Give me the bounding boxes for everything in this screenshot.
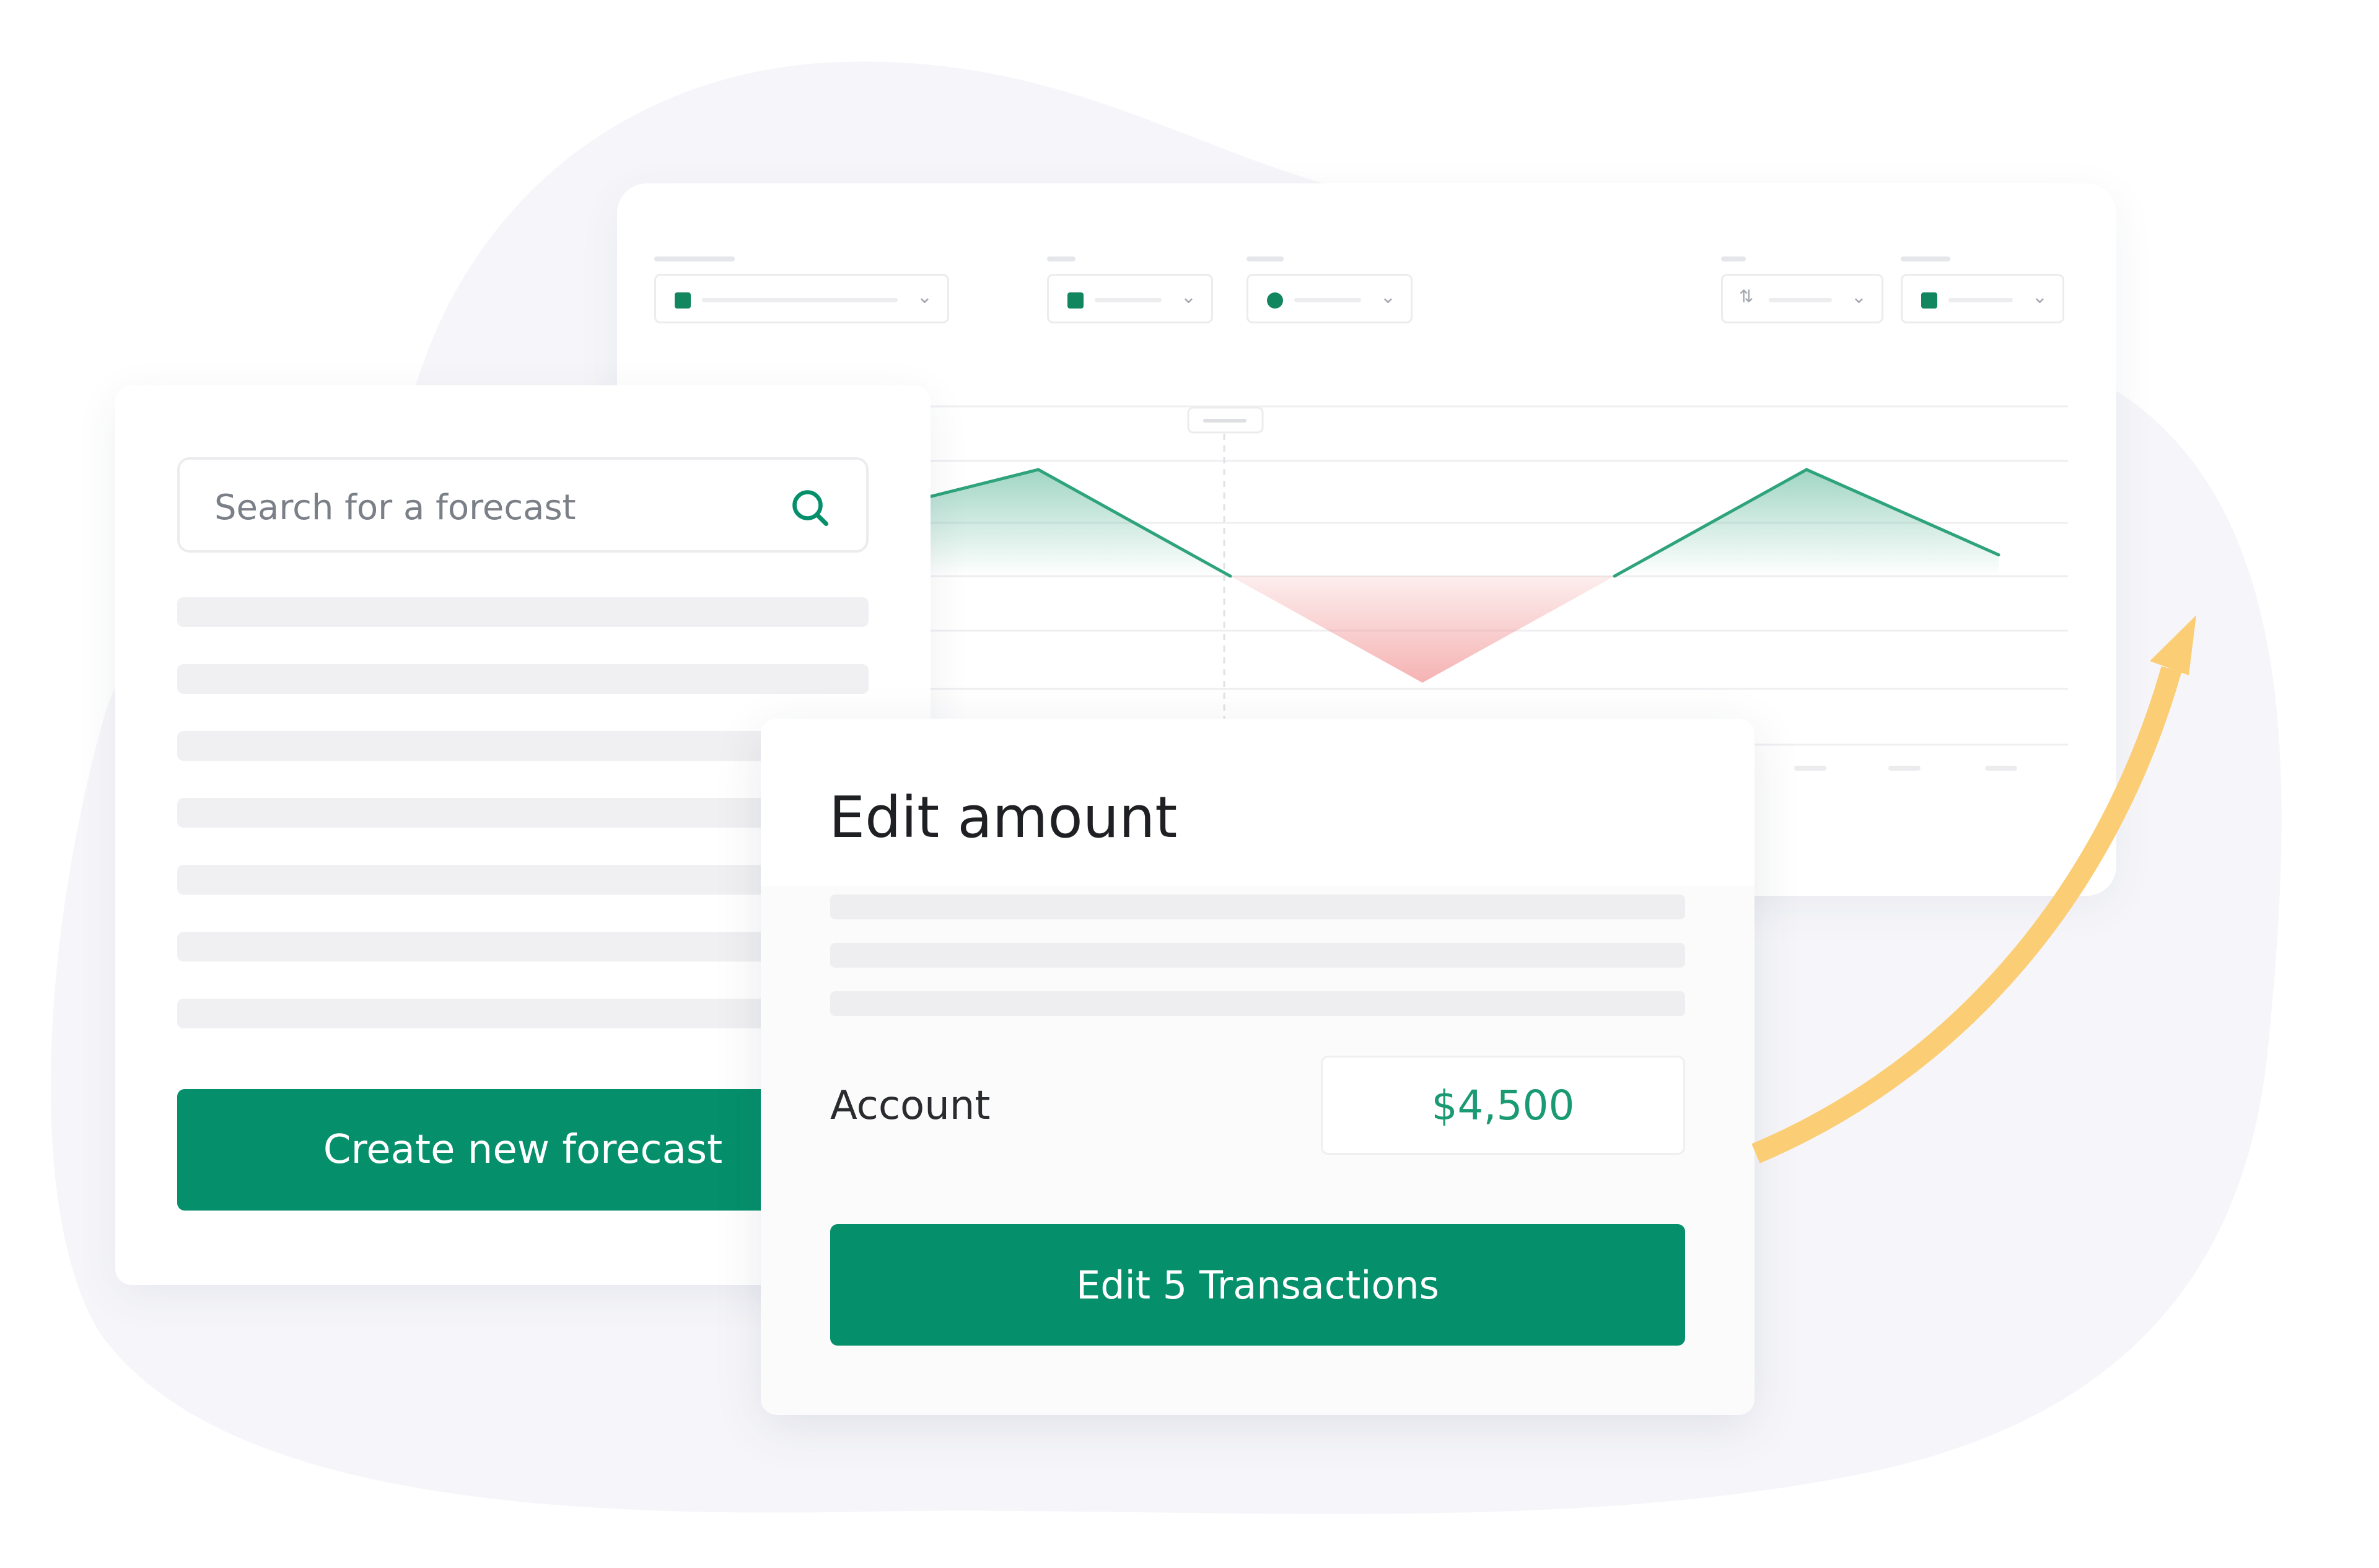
arrow-head-icon: [2150, 615, 2196, 675]
illustration-stage: ⌄ ⌄ ⌄ ⇅ ⌄ ⌄ Search for a forecast Create…: [0, 0, 2379, 1568]
arrow-decoration: [1751, 615, 2196, 1163]
arrow-curve: [1751, 666, 2182, 1163]
